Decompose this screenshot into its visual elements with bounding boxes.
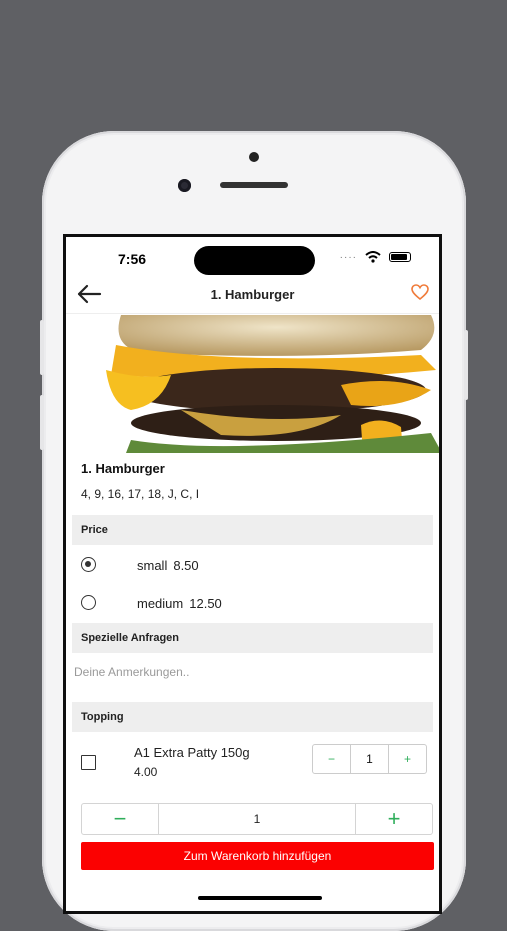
- topping-quantity-stepper: − 1 +: [312, 744, 427, 774]
- proximity-sensor: [249, 152, 259, 162]
- price-option-small[interactable]: small 8.50: [72, 548, 433, 582]
- topping-plus-button[interactable]: +: [389, 745, 426, 773]
- top-nav: 1. Hamburger: [66, 277, 439, 314]
- home-indicator: [198, 896, 322, 900]
- cellular-icon: ····: [339, 251, 357, 263]
- radio-unselected[interactable]: [81, 595, 96, 610]
- topping-name: A1 Extra Patty 150g: [134, 745, 250, 760]
- topping-minus-button[interactable]: −: [313, 745, 350, 773]
- quantity-stepper: − 1 +: [81, 803, 433, 835]
- requests-section-heading: Spezielle Anfragen: [72, 623, 433, 653]
- status-icons: ····: [340, 251, 411, 263]
- product-allergens: 4, 9, 16, 17, 18, J, C, I: [81, 487, 200, 501]
- side-button: [464, 330, 468, 400]
- heart-outline-icon: [411, 284, 429, 301]
- front-camera: [178, 179, 191, 192]
- radio-selected[interactable]: [81, 557, 96, 572]
- topping-price: 4.00: [134, 765, 158, 779]
- battery-icon: [389, 252, 411, 262]
- product-name: 1. Hamburger: [81, 461, 165, 476]
- quantity-minus-button[interactable]: −: [82, 804, 158, 834]
- earpiece-speaker: [220, 182, 288, 188]
- side-button: [40, 395, 44, 450]
- price-section-heading: Price: [72, 515, 433, 545]
- special-requests-input[interactable]: Deine Anmerkungen..: [74, 665, 189, 679]
- side-button: [40, 320, 44, 375]
- price-option-label: small 8.50: [137, 558, 199, 573]
- wifi-icon: [365, 251, 381, 263]
- favorite-button[interactable]: [411, 284, 429, 305]
- price-option-medium[interactable]: medium 12.50: [72, 586, 433, 620]
- product-image: [106, 315, 439, 453]
- quantity-plus-button[interactable]: +: [356, 804, 432, 834]
- dynamic-island: [194, 246, 315, 275]
- app-screen: 7:56 ···· 1. Hamburger 1. Hamburger 4, 9…: [63, 234, 442, 914]
- status-time: 7:56: [118, 251, 147, 267]
- topping-checkbox[interactable]: [81, 755, 96, 770]
- topping-section-heading: Topping: [72, 702, 433, 732]
- topping-quantity-value: 1: [350, 745, 389, 773]
- page-title: 1. Hamburger: [210, 287, 295, 302]
- price-option-label: medium 12.50: [137, 596, 222, 611]
- quantity-value: 1: [158, 804, 356, 834]
- add-to-cart-button[interactable]: Zum Warenkorb hinzufügen: [81, 842, 434, 870]
